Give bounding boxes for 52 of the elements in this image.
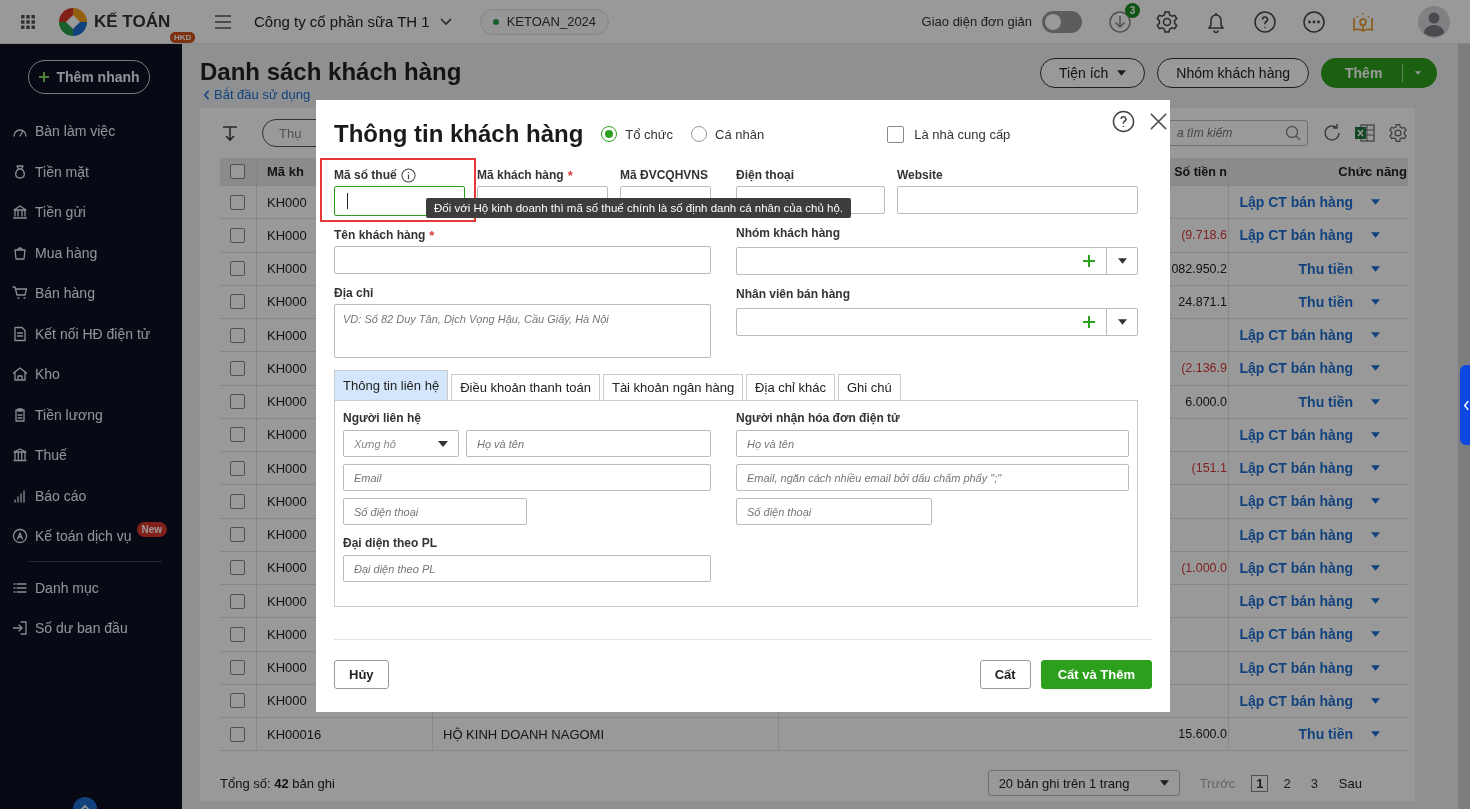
table-cell: (9.718.6 (1181, 228, 1227, 243)
table-cell: KH000 (267, 261, 307, 277)
field-label: Địa chỉ (334, 286, 374, 300)
field-label: Nhóm khách hàng (736, 226, 840, 240)
field-label: Mã ĐVCQHVNS (620, 168, 708, 182)
required-mark: * (567, 167, 573, 183)
field-label: Mã số thuế (334, 168, 397, 182)
table-cell: (151.1 (1191, 461, 1227, 476)
table-cell: KH000 (267, 626, 307, 642)
table-cell: (1.000.0 (1181, 560, 1227, 575)
column-header: Chức năng (1338, 164, 1407, 179)
table-cell: KH000 (267, 427, 307, 443)
table-cell: 15.600.0 (1178, 727, 1227, 742)
required-mark: * (429, 227, 435, 243)
tooltip: Đối với Hộ kinh doanh thì mã số thuế chính là số định danh cá nhân của chủ hộ. (426, 198, 852, 218)
table-cell: KH000 (267, 460, 307, 476)
table-cell: KH000 (267, 194, 307, 210)
table-cell: KH000 (267, 394, 307, 410)
app-name: KẾ TOÁN (94, 11, 171, 32)
table-cell: KH000 (267, 327, 307, 343)
total-count: Tổng số: 42 bản ghi (220, 775, 335, 791)
table-cell: 082.950.2 (1171, 261, 1227, 276)
table-cell: KH000 (267, 693, 307, 709)
column-header: Số tiền n (1174, 164, 1227, 179)
simple-mode-label: Giao diện đơn giản (921, 14, 1032, 29)
page-title: Danh sách khách hàng (200, 57, 462, 87)
table-cell: KH000 (267, 360, 307, 376)
field-label: Website (897, 168, 943, 182)
table-cell: KH000 (267, 294, 307, 310)
section-label: Người liên hệ (343, 411, 422, 425)
column-header: Mã kh (267, 164, 304, 179)
edition-badge: HKD (170, 31, 196, 43)
section-label: Người nhận hóa đơn điện tử (736, 411, 901, 425)
table-cell: (2.136.9 (1181, 361, 1227, 376)
dialog-title: Thông tin khách hàng (334, 120, 584, 148)
new-badge: New (136, 521, 168, 537)
field-label: Mã khách hàng (477, 168, 564, 182)
table-cell: KH000 (267, 227, 307, 243)
table-cell: KH000 (267, 660, 307, 676)
table-cell: 24.871.1 (1178, 294, 1227, 309)
table-cell: KH000 (267, 560, 307, 576)
table-cell: KH000 (267, 493, 307, 509)
field-label: Điện thoại (736, 168, 794, 182)
field-label: Tên khách hàng (334, 228, 426, 242)
table-cell: KH000 (267, 593, 307, 609)
section-label: Đại diện theo PL (343, 536, 438, 550)
table-cell: KH000 (267, 527, 307, 543)
table-cell: HỘ KINH DOANH NAGOMI (443, 726, 605, 742)
table-cell: 6.000.0 (1185, 394, 1227, 409)
table-cell: KH00016 (267, 726, 322, 742)
download-count-badge: 3 (1125, 2, 1140, 18)
field-label: Nhân viên bán hàng (736, 287, 850, 301)
